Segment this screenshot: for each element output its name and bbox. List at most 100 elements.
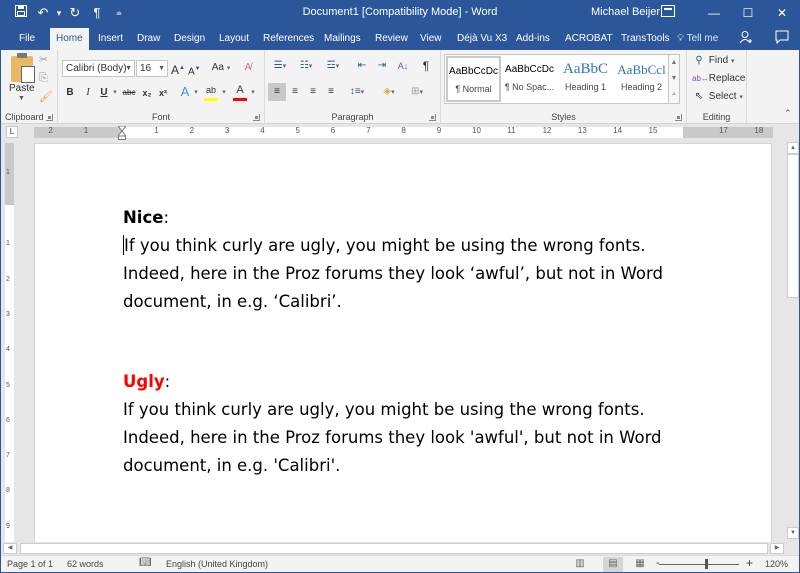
bullets-button[interactable]: ☰▾: [269, 58, 291, 74]
text-effects-button[interactable]: A: [178, 84, 192, 100]
font-color-dropdown-icon[interactable]: ▾: [250, 85, 256, 101]
italic-button[interactable]: I: [82, 85, 94, 101]
text-effects-dropdown-icon[interactable]: ▾: [193, 85, 199, 101]
bold-button[interactable]: B: [64, 85, 76, 101]
cut-icon[interactable]: ✂: [39, 53, 48, 66]
highlight-dropdown-icon[interactable]: ▾: [221, 85, 227, 101]
share-user-icon[interactable]: [739, 30, 753, 47]
tab-mailings[interactable]: Mailings: [318, 28, 367, 50]
line-spacing-button[interactable]: ↕≡▾: [345, 84, 369, 100]
tab-view[interactable]: View: [414, 28, 448, 50]
decrease-indent-button[interactable]: ⇤: [353, 58, 371, 74]
comments-icon[interactable]: [775, 30, 789, 47]
sort-button[interactable]: A↓: [395, 58, 411, 74]
user-name[interactable]: Michael Beijer: [591, 6, 660, 18]
borders-button[interactable]: ⊞▾: [405, 84, 429, 100]
proofing-icon[interactable]: 📖︎: [139, 557, 152, 568]
styles-launcher-icon[interactable]: [675, 114, 682, 121]
replace-button[interactable]: ab↔ Replace: [692, 73, 745, 84]
tab-stop-selector[interactable]: L: [6, 126, 18, 138]
grow-font-button[interactable]: A▲: [171, 60, 185, 77]
highlight-button[interactable]: ab: [204, 82, 218, 101]
section-ugly[interactable]: Ugly: If you think curly are ugly, you m…: [123, 368, 683, 480]
tab-design[interactable]: Design: [168, 28, 211, 50]
shading-button[interactable]: ◈▾: [377, 84, 401, 100]
tab-deja-vu[interactable]: Déjà Vu X3: [451, 28, 513, 50]
indent-marker-icon[interactable]: [118, 126, 126, 140]
horizontal-scroll-thumb[interactable]: [20, 543, 768, 554]
vertical-scroll-thumb[interactable]: [787, 154, 799, 298]
ribbon-display-options-icon[interactable]: [661, 5, 675, 17]
zoom-slider-thumb[interactable]: [705, 559, 708, 569]
vertical-ruler[interactable]: 1 1 2 3 4 5 6 7 8 9: [5, 143, 14, 543]
collapse-ribbon-icon[interactable]: ⌃: [784, 108, 792, 119]
zoom-in-button[interactable]: +: [746, 556, 753, 570]
tab-insert[interactable]: Insert: [92, 28, 129, 50]
find-button[interactable]: ⚲ Find ▾: [692, 55, 734, 66]
subscript-button[interactable]: x₂: [140, 85, 154, 101]
underline-button[interactable]: U: [98, 85, 110, 101]
font-launcher-icon[interactable]: [253, 114, 260, 121]
read-mode-icon[interactable]: ▥: [570, 557, 590, 572]
tab-layout[interactable]: Layout: [213, 28, 255, 50]
maximize-button[interactable]: ☐: [731, 0, 765, 26]
superscript-button[interactable]: x²: [156, 85, 170, 101]
zoom-slider[interactable]: [659, 564, 739, 565]
tab-draw[interactable]: Draw: [131, 28, 166, 50]
tab-review[interactable]: Review: [369, 28, 414, 50]
tab-acrobat[interactable]: ACROBAT: [559, 28, 619, 50]
shrink-font-button[interactable]: A▼: [188, 61, 201, 77]
align-right-button[interactable]: ≡: [305, 84, 321, 100]
numbering-button[interactable]: ☷▾: [295, 58, 317, 74]
style-heading-2[interactable]: AaBbCcl Heading 2: [614, 56, 669, 102]
web-layout-icon[interactable]: ▦: [630, 557, 650, 572]
tab-home[interactable]: Home: [50, 28, 89, 50]
paragraph-launcher-icon[interactable]: [429, 114, 436, 121]
align-left-button[interactable]: ≡: [268, 83, 286, 101]
tell-me-search[interactable]: 💡︎ Tell me: [677, 28, 718, 50]
underline-dropdown-icon[interactable]: ▾: [112, 85, 118, 101]
language[interactable]: English (United Kingdom): [166, 559, 268, 569]
clipboard-launcher-icon[interactable]: [46, 114, 53, 121]
select-button[interactable]: ⇖ Select ▾: [692, 91, 743, 102]
scroll-down-icon[interactable]: ▼: [787, 527, 799, 539]
vertical-scrollbar[interactable]: ▲ ▼: [787, 140, 799, 542]
tab-references[interactable]: References: [257, 28, 320, 50]
document-page[interactable]: Nice: If you think curly are ugly, you m…: [34, 143, 772, 542]
tab-file[interactable]: File: [13, 28, 41, 50]
font-name-combo[interactable]: Calibri (Body) ▼: [62, 60, 135, 77]
style-no-spacing[interactable]: AaBbCcDc ¶ No Spac...: [502, 56, 557, 102]
print-layout-icon[interactable]: ▤: [603, 557, 623, 572]
scroll-left-icon[interactable]: ◀: [3, 543, 17, 554]
word-count[interactable]: 62 words: [67, 559, 104, 569]
scroll-right-icon[interactable]: ▶: [770, 543, 784, 554]
gallery-more-icon[interactable]: ⩡: [669, 87, 679, 103]
format-painter-icon[interactable]: 🖌︎: [39, 90, 53, 103]
justify-button[interactable]: ≡: [323, 84, 339, 100]
gallery-down-icon[interactable]: ▼: [669, 71, 679, 87]
minimize-button[interactable]: —: [697, 0, 731, 26]
strikethrough-button[interactable]: abc: [120, 85, 138, 101]
horizontal-ruler[interactable]: 2 1 1 2 3 4 5 6 7 8 9 10 11 12 13 14 15 17 18: [34, 126, 773, 140]
section-nice[interactable]: Nice: If you think curly are ugly, you m…: [123, 204, 683, 316]
font-color-button[interactable]: A: [233, 82, 247, 101]
scroll-up-icon[interactable]: ▲: [787, 142, 799, 154]
align-center-button[interactable]: ≡: [287, 84, 303, 100]
zoom-out-button[interactable]: -: [656, 557, 660, 569]
copy-icon[interactable]: ⎘: [39, 72, 48, 85]
page-count[interactable]: Page 1 of 1: [7, 559, 53, 569]
zoom-level[interactable]: 120%: [765, 559, 788, 569]
tab-add-ins[interactable]: Add-ins: [510, 28, 556, 50]
style-normal[interactable]: AaBbCcDc ¶ Normal: [446, 56, 501, 102]
font-size-combo[interactable]: 16 ▼: [136, 60, 168, 77]
gallery-up-icon[interactable]: ▲: [669, 55, 679, 71]
tab-transtools[interactable]: TransTools: [615, 28, 676, 50]
style-heading-1[interactable]: AaBbC Heading 1: [558, 56, 613, 102]
clear-formatting-icon[interactable]: A̸: [241, 60, 255, 76]
show-marks-button[interactable]: ¶: [419, 58, 433, 74]
increase-indent-button[interactable]: ⇥: [373, 58, 391, 74]
close-button[interactable]: ✕: [765, 0, 799, 26]
change-case-button[interactable]: Aa ▾: [209, 60, 233, 76]
multilevel-list-button[interactable]: ☲▾: [321, 58, 345, 74]
horizontal-scrollbar[interactable]: ◀ ▶: [1, 542, 787, 554]
